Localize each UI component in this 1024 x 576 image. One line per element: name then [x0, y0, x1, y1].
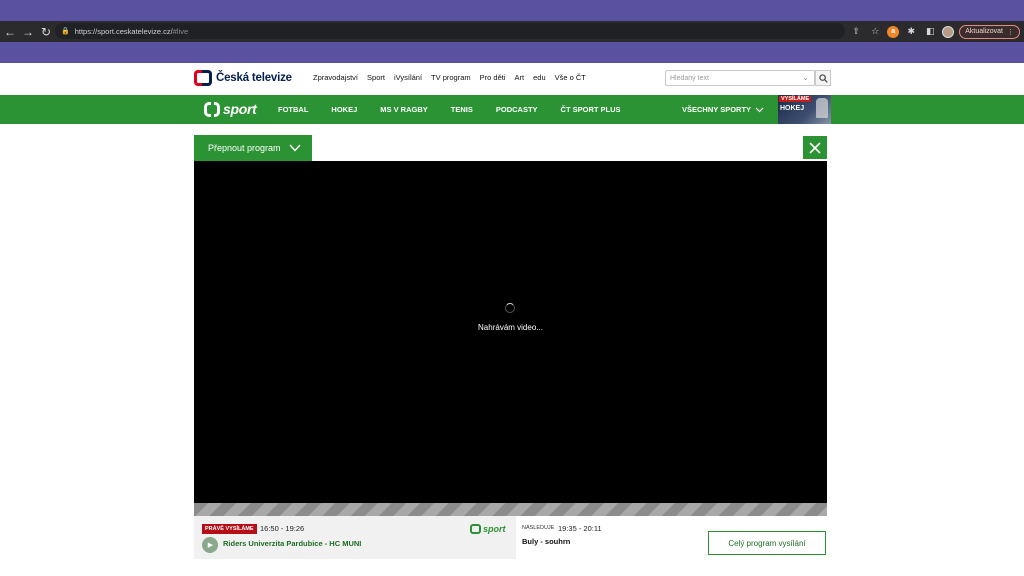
video-player[interactable]: Nahrávám video... [194, 161, 827, 503]
share-icon[interactable]: ⇧ [849, 25, 863, 39]
now-title[interactable]: Riders Univerzita Pardubice - HC MUNI [223, 539, 361, 548]
forward-icon[interactable]: → [19, 23, 37, 41]
more-vert-icon: ⋮ [1007, 28, 1014, 36]
sport-nav-hokej[interactable]: HOKEJ [331, 105, 357, 114]
close-icon [809, 141, 821, 154]
bookmark-star-icon[interactable]: ☆ [868, 25, 882, 39]
live-badge: PRÁVĚ VYSÍLÁME [202, 524, 257, 534]
player-progress-stripe [194, 503, 827, 516]
back-icon[interactable]: ← [1, 23, 19, 41]
live-sport-label: HOKEJ [780, 105, 805, 112]
nav-item-sport[interactable]: Sport [367, 73, 385, 82]
switch-program-label: Přepnout program [208, 143, 281, 153]
browser-titlebar [0, 0, 1024, 21]
thumbnail-player-figure [816, 98, 828, 118]
now-time: 16:50 - 19:26 [260, 524, 305, 533]
chevron-down-icon [289, 144, 301, 152]
ct-sport-logo[interactable]: sport [204, 101, 257, 117]
full-program-button[interactable]: Celý program vysílání [708, 531, 826, 555]
sport-nav-ct-sport-plus[interactable]: ČT SPORT PLUS [561, 105, 621, 114]
nav-item-pro-deti[interactable]: Pro děti [480, 73, 506, 82]
live-tag: VYSÍLÁME [779, 96, 812, 102]
puzzle-icon[interactable]: ✱ [904, 25, 918, 39]
channel-label: sport [483, 524, 506, 534]
sport-nav-tenis[interactable]: TENIS [451, 105, 473, 114]
next-title: Buly - souhrn [522, 537, 571, 546]
all-sports-label: VŠECHNY SPORTY [682, 105, 752, 114]
lock-icon: 🔒 [61, 28, 70, 35]
live-broadcast-thumbnail[interactable]: VYSÍLÁME HOKEJ [778, 95, 831, 124]
ct-logo[interactable]: Česká televize [194, 70, 292, 86]
chevron-down-icon [755, 107, 764, 112]
search-input[interactable]: Hledaný text ⌄ [665, 70, 815, 86]
address-bar[interactable]: 🔒 https://sport.ceskatelevize.cz/#live [55, 23, 845, 39]
side-panel-icon[interactable]: ◧ [923, 25, 937, 39]
play-icon[interactable]: ▶ [202, 537, 218, 553]
browser-bookmark-strip [0, 42, 1024, 63]
nav-item-edu[interactable]: edu [533, 73, 546, 82]
url-path: #live [172, 26, 189, 36]
url-host: https://sport.ceskatelevize.cz/ [74, 26, 173, 36]
search-button[interactable] [815, 70, 831, 86]
search-placeholder: Hledaný text [670, 74, 709, 82]
sport-nav-fotbal[interactable]: FOTBAL [278, 105, 308, 114]
now-playing-panel[interactable]: PRÁVĚ VYSÍLÁME 16:50 - 19:26 sport ▶ Rid… [194, 516, 516, 559]
top-navigation: Zpravodajství Sport iVysílání TV program… [313, 73, 586, 82]
nav-item-zpravodajstvi[interactable]: Zpravodajství [313, 73, 358, 82]
site-header: Česká televize Zpravodajství Sport iVysí… [0, 63, 1024, 95]
profile-avatar[interactable] [942, 25, 955, 38]
ct-logo-text: Česká televize [216, 72, 292, 84]
loading-spinner-icon [505, 303, 515, 313]
nav-item-vse-o-ct[interactable]: Vše o ČT [555, 73, 586, 82]
update-button[interactable]: Aktualizovat ⋮ [959, 24, 1020, 39]
sport-nav-ms-v-ragby[interactable]: MS V RAGBY [380, 105, 428, 114]
sport-navigation: sport FOTBAL HOKEJ MS V RAGBY TENIS PODC… [0, 95, 1024, 124]
ct-sport-logo-text: sport [223, 101, 257, 117]
next-time: 19:35 - 20:11 [558, 524, 602, 533]
close-player-button[interactable] [803, 136, 827, 159]
ct-sport-logo-icon [204, 101, 220, 117]
loading-text: Nahrávám video... [478, 323, 543, 332]
nav-item-ivysilani[interactable]: iVysílání [394, 73, 422, 82]
next-label: NÁSLEDUJE [522, 525, 555, 531]
reload-icon[interactable]: ↻ [37, 23, 55, 41]
ct-sport-channel-logo: sport [470, 524, 506, 534]
search-icon [818, 73, 828, 83]
update-label: Aktualizovat [965, 28, 1003, 35]
nav-item-tv-program[interactable]: TV program [431, 73, 471, 82]
sport-nav-podcasty[interactable]: PODCASTY [496, 105, 538, 114]
all-sports-dropdown[interactable]: VŠECHNY SPORTY [682, 105, 764, 114]
ct-logo-icon [194, 70, 212, 86]
extension-icon[interactable]: a [887, 25, 900, 38]
nav-item-art[interactable]: Art [515, 73, 525, 82]
chevron-down-icon[interactable]: ⌄ [802, 73, 809, 82]
browser-toolbar: ← → ↻ 🔒 https://sport.ceskatelevize.cz/#… [0, 21, 1024, 42]
ct-sport-channel-icon [470, 524, 481, 534]
switch-program-button[interactable]: Přepnout program [194, 135, 312, 161]
